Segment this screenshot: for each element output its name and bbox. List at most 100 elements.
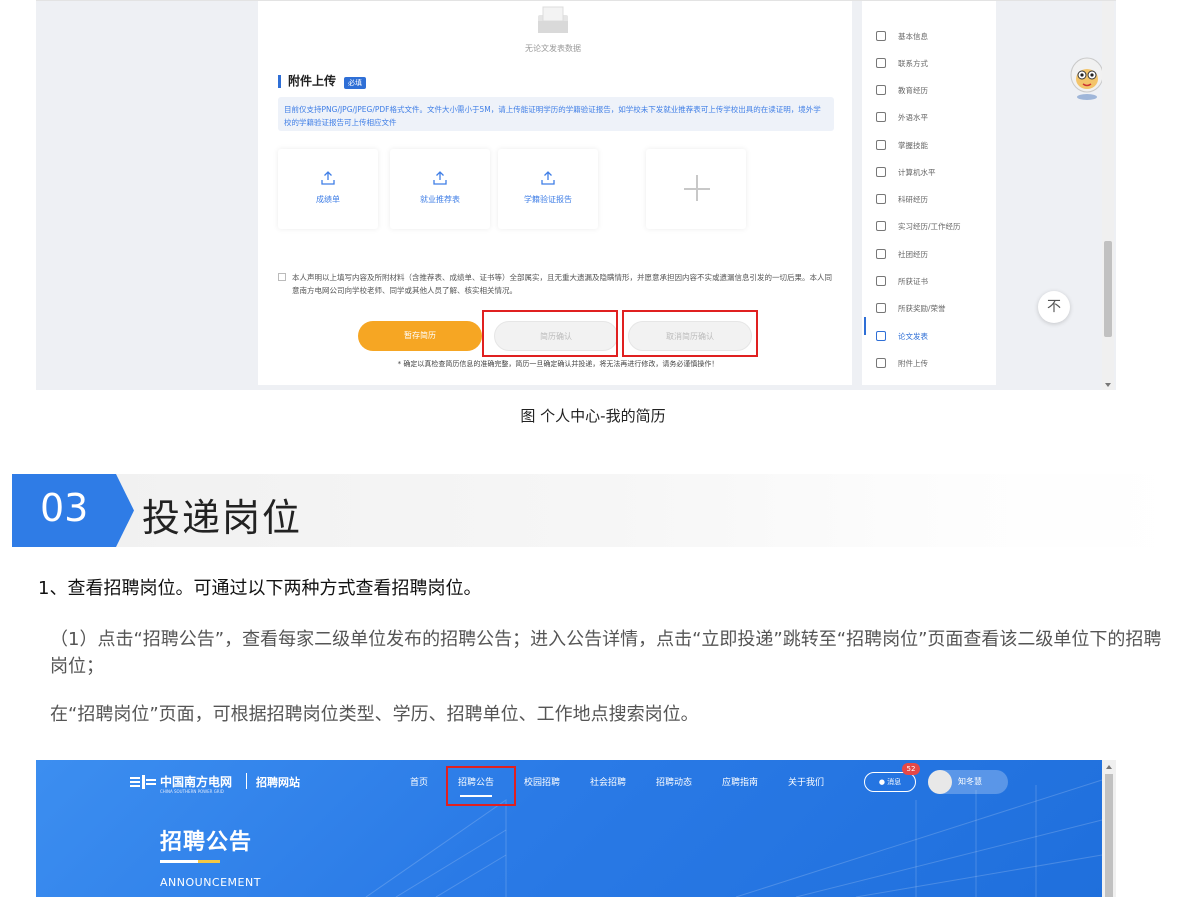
section-number: 03 (40, 486, 89, 530)
highlight-box (482, 310, 618, 357)
declaration-checkbox[interactable] (278, 273, 286, 281)
highlight-box (622, 310, 758, 357)
add-attachment-button[interactable] (646, 149, 746, 229)
active-nav-indicator (864, 317, 866, 335)
upload-label: 学籍验证报告 (524, 195, 572, 204)
section-banner: 03 投递岗位 (12, 474, 1186, 547)
messages-label: 消息 (887, 778, 902, 786)
nav-home[interactable]: 首页 (410, 775, 428, 788)
messages-button[interactable]: ● 消息 (864, 772, 916, 792)
nav-item-icon (876, 167, 886, 177)
instruction-paragraph: 在“招聘岗位”页面，可根据招聘岗位类型、学历、招聘单位、工作地点搜索岗位。 (50, 704, 699, 725)
scrollbar-thumb[interactable] (1105, 774, 1113, 897)
logo-text: 中国南方电网 (160, 775, 233, 789)
side-nav-item[interactable]: 科研经历 (876, 192, 928, 206)
scroll-down-arrow-icon[interactable] (1105, 383, 1111, 387)
side-nav-item[interactable]: 联系方式 (876, 56, 928, 70)
upload-verification-button[interactable]: 学籍验证报告 (498, 149, 598, 229)
side-nav-label: 所获奖励/荣誉 (898, 303, 946, 313)
figure-caption: 图 个人中心-我的简历 (520, 407, 666, 425)
highlight-box (446, 766, 516, 806)
nav-item-icon (876, 58, 886, 68)
nav-item-icon (876, 194, 886, 204)
side-nav-label: 外语水平 (898, 112, 928, 122)
upload-recommendation-button[interactable]: 就业推荐表 (390, 149, 490, 229)
side-nav-label: 附件上传 (898, 358, 928, 368)
scrollbar[interactable] (1102, 760, 1116, 897)
side-nav-item[interactable]: 实习经历/工作经历 (876, 219, 961, 233)
hero-subtitle: ANNOUNCEMENT (160, 876, 261, 889)
nav-item-icon (876, 112, 886, 122)
side-nav-label: 教育经历 (898, 85, 928, 95)
side-nav-label: 基本信息 (898, 31, 928, 41)
side-nav-label: 实习经历/工作经历 (898, 221, 961, 231)
required-badge: 必填 (344, 77, 366, 89)
side-nav-item[interactable]: 基本信息 (876, 29, 928, 43)
scrollbar[interactable] (1102, 1, 1114, 390)
side-nav-item[interactable]: 所获证书 (876, 274, 928, 288)
upload-icon (433, 171, 447, 185)
side-nav-item[interactable]: 社团经历 (876, 247, 928, 261)
nav-campus-recruitment[interactable]: 校园招聘 (524, 775, 560, 788)
csg-logo-icon (130, 775, 156, 789)
side-nav-item[interactable]: 论文发表 (876, 329, 928, 343)
attachment-section-title: 附件上传 (278, 75, 336, 88)
nav-item-icon (876, 221, 886, 231)
empty-inbox-icon (538, 6, 568, 33)
portal-top-bar: 中国南方电网 CHINA SOUTHERN POWER GRID 招聘网站 首页… (36, 760, 1102, 806)
nav-about-us[interactable]: 关于我们 (788, 775, 824, 788)
announcement-screenshot: 中国南方电网 CHINA SOUTHERN POWER GRID 招聘网站 首页… (36, 760, 1116, 897)
user-name[interactable]: 知冬慧 (958, 776, 982, 787)
nav-item-icon (876, 31, 886, 41)
upload-icon (541, 171, 555, 185)
attachment-note: 目前仅支持PNG/JPG/JPEG/PDF格式文件。文件大小需小于5M，请上传能… (278, 97, 834, 131)
nav-item-icon (876, 276, 886, 286)
scrollbar-thumb[interactable] (1104, 241, 1112, 337)
nav-application-guide[interactable]: 应聘指南 (722, 775, 758, 788)
nav-item-icon (876, 358, 886, 368)
side-nav-item[interactable]: 掌握技能 (876, 138, 928, 152)
resume-footnote: * 确定以真检查简历信息的准确完整，简历一旦确定确认并投递，将无法再进行修改，请… (397, 360, 719, 368)
logo-subtext: CHINA SOUTHERN POWER GRID (160, 789, 224, 794)
save-resume-button[interactable]: 暂存简历 (358, 321, 482, 351)
nav-item-icon (876, 249, 886, 259)
side-nav-label: 所获证书 (898, 276, 928, 286)
upload-label: 成绩单 (316, 195, 340, 204)
section-title: 投递岗位 (142, 496, 303, 540)
side-nav-item[interactable]: 所获奖励/荣誉 (876, 301, 946, 315)
side-nav-item[interactable]: 附件上传 (876, 356, 928, 370)
side-nav-label: 联系方式 (898, 58, 928, 68)
resume-screenshot: 无论文发表数据 附件上传 必填 目前仅支持PNG/JPG/JPEG/PDF格式文… (36, 0, 1116, 390)
logo-divider (246, 773, 247, 789)
scroll-up-arrow-icon[interactable] (1106, 765, 1112, 769)
side-nav-item[interactable]: 教育经历 (876, 83, 928, 97)
nav-item-icon (876, 303, 886, 313)
hero-accent-bar (160, 860, 198, 863)
hero-accent-bar (198, 860, 220, 863)
mascot-icon (1070, 57, 1104, 100)
side-nav-label: 掌握技能 (898, 140, 928, 150)
nav-item-icon (876, 85, 886, 95)
upload-label: 就业推荐表 (420, 195, 460, 204)
nav-recruitment-news[interactable]: 招聘动态 (656, 775, 692, 788)
nav-item-icon (876, 140, 886, 150)
side-nav-item[interactable]: 外语水平 (876, 110, 928, 124)
hero-title: 招聘公告 (160, 830, 253, 855)
message-count-badge: 52 (902, 763, 920, 775)
upload-icon (321, 171, 335, 185)
no-paper-data-text: 无论文发表数据 (525, 44, 581, 53)
declaration-text: 本人声明以上填写内容及所附材料（含推荐表、成绩单、证书等）全部属实，且无重大遗漏… (292, 273, 832, 295)
upload-transcript-button[interactable]: 成绩单 (278, 149, 378, 229)
nav-item-icon (876, 331, 886, 341)
side-nav-label: 科研经历 (898, 194, 928, 204)
side-nav-item[interactable]: 计算机水平 (876, 165, 936, 179)
bell-icon: ● (878, 778, 888, 786)
side-nav-label: 论文发表 (898, 331, 928, 341)
nav-social-recruitment[interactable]: 社会招聘 (590, 775, 626, 788)
side-nav-label: 社团经历 (898, 249, 928, 259)
side-nav-label: 计算机水平 (898, 167, 936, 177)
instruction-paragraph: （1）点击“招聘公告”，查看每家二级单位发布的招聘公告；进入公告详情，点击“立即… (50, 629, 1162, 677)
step-heading: 1、查看招聘岗位。可通过以下两种方式查看招聘岗位。 (38, 578, 482, 599)
avatar[interactable] (928, 770, 952, 794)
back-to-top-button[interactable]: 不 (1038, 291, 1070, 323)
